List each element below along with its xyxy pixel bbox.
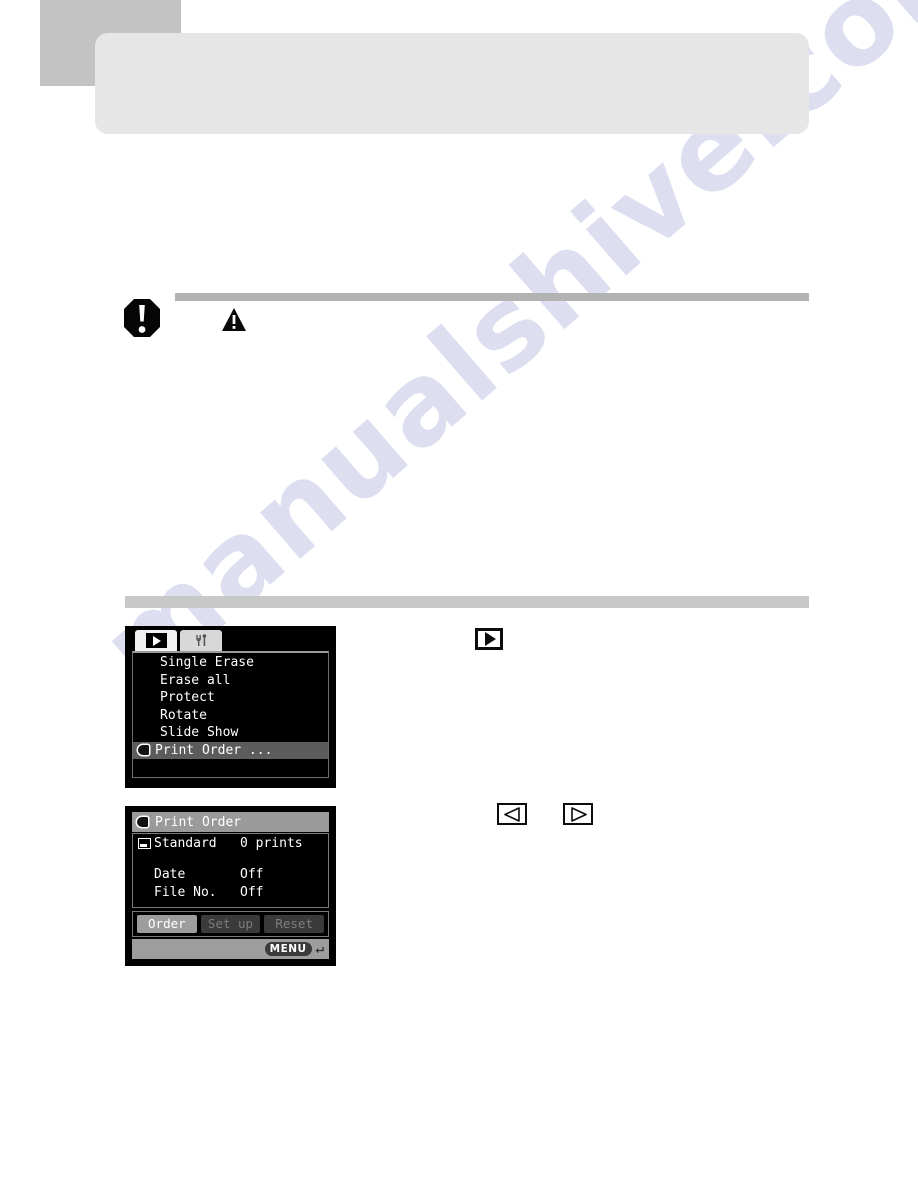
- row-label: Standard: [154, 835, 217, 851]
- menu-item-protect[interactable]: Protect: [133, 689, 328, 707]
- camera-lcd-playback-menu: Single Erase Erase all Protect Rotate Sl…: [125, 626, 336, 788]
- tab-playback[interactable]: [135, 630, 177, 651]
- section-divider-rule: [125, 596, 809, 608]
- print-order-title-bar: Print Order: [132, 812, 329, 832]
- camera-lcd-print-order: Print Order Standard 0 prints Date Off F…: [125, 806, 336, 966]
- row-label: File No.: [154, 884, 217, 900]
- print-order-settings-panel: Standard 0 prints Date Off File No. Off: [132, 833, 329, 908]
- set-up-button[interactable]: Set up: [200, 915, 261, 933]
- order-button[interactable]: Order: [137, 915, 197, 933]
- playback-button-icon: [475, 628, 503, 650]
- menu-item-erase-all[interactable]: Erase all: [133, 672, 328, 690]
- menu-item-label: Protect: [160, 690, 215, 705]
- menu-item-label: Print Order ...: [155, 742, 273, 758]
- menu-item-label: Single Erase: [160, 655, 254, 670]
- lcd-menu-panel: Single Erase Erase all Protect Rotate Sl…: [132, 651, 329, 778]
- row-value: 0 prints: [240, 835, 303, 851]
- menu-item-label: Erase all: [160, 672, 231, 688]
- setup-tools-tab-icon: [196, 634, 207, 646]
- lcd-tab-strip: [135, 630, 222, 651]
- return-arrow-icon: ↵: [315, 941, 324, 957]
- row-file-no[interactable]: File No. Off: [133, 883, 328, 901]
- left-arrow-key-icon: [497, 803, 527, 825]
- tab-setup[interactable]: [180, 630, 222, 651]
- caution-octagon-icon: [123, 298, 161, 338]
- print-order-icon: [137, 744, 152, 756]
- menu-item-slide-show[interactable]: Slide Show: [133, 724, 328, 742]
- menu-badge[interactable]: MENU: [264, 942, 312, 956]
- reset-button[interactable]: Reset: [264, 915, 325, 933]
- menu-item-single-erase[interactable]: Single Erase: [133, 654, 328, 672]
- print-order-footer: MENU ↵: [132, 939, 329, 959]
- menu-item-label: Slide Show: [160, 725, 239, 740]
- menu-item-label: Rotate: [160, 707, 207, 723]
- section-title-banner: [95, 33, 809, 134]
- caution-divider-rule: [175, 293, 809, 301]
- menu-item-rotate[interactable]: Rotate: [133, 707, 328, 725]
- playback-menu-list: Single Erase Erase all Protect Rotate Sl…: [133, 653, 328, 759]
- row-label: Date: [154, 866, 186, 882]
- print-order-icon: [136, 816, 151, 828]
- row-standard[interactable]: Standard 0 prints: [133, 834, 328, 852]
- right-arrow-key-icon: [563, 803, 593, 825]
- playback-tab-icon: [145, 633, 167, 648]
- row-value: Off: [240, 884, 264, 900]
- menu-item-print-order[interactable]: Print Order ...: [133, 741, 328, 759]
- row-date[interactable]: Date Off: [133, 865, 328, 883]
- standard-print-icon: [138, 837, 151, 849]
- print-order-title: Print Order: [155, 814, 242, 830]
- print-order-button-row: Order Set up Reset: [132, 911, 329, 937]
- row-value: Off: [240, 866, 264, 882]
- warning-triangle-icon: [221, 307, 247, 332]
- panel-spacer: [133, 852, 328, 865]
